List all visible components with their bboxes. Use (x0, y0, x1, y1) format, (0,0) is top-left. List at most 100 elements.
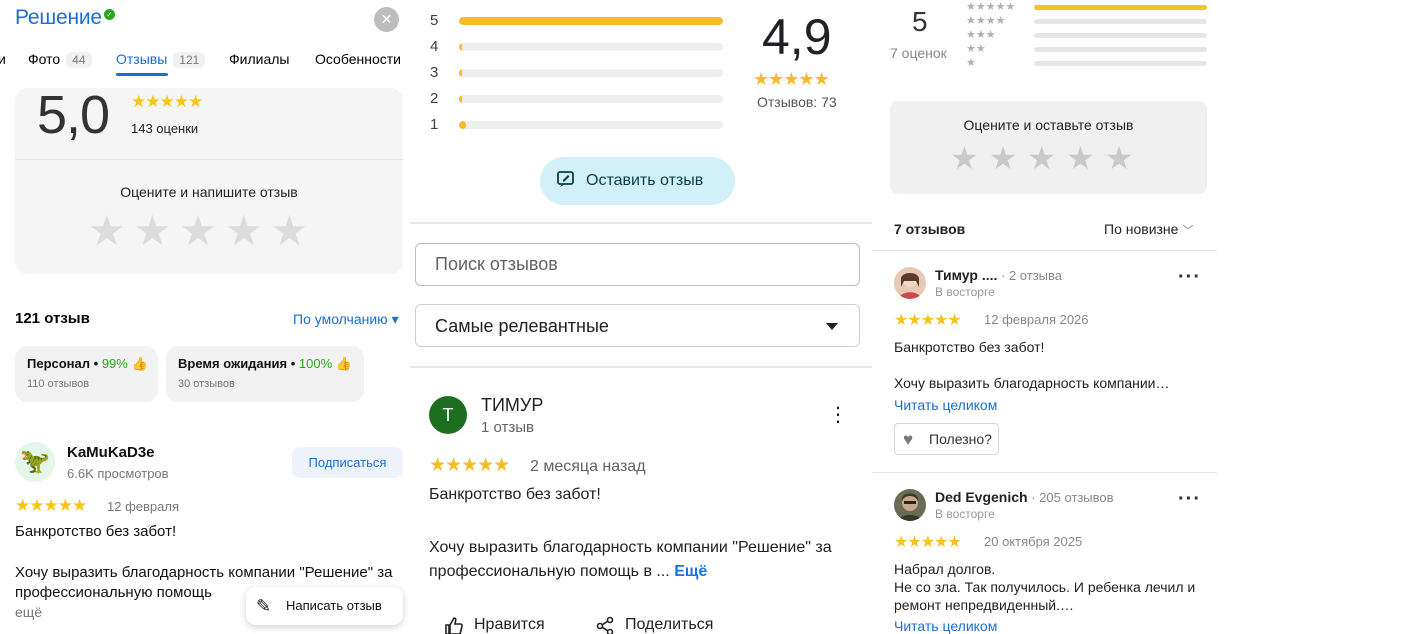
sort-dropdown[interactable]: По новизне ﹀ (1104, 221, 1193, 238)
thumbs-up-icon (445, 617, 463, 634)
dist-label: 4 (430, 38, 439, 55)
review-mood: В восторге (935, 285, 995, 299)
review-author[interactable]: ТИМУР (481, 395, 543, 416)
dist-bar-fill (1034, 5, 1207, 10)
dist-label: 2 (430, 90, 439, 107)
dist-bar (459, 43, 723, 51)
tab-photos-count: 44 (66, 52, 92, 68)
review-author-line[interactable]: Ded Evgenich · 205 отзывов (935, 489, 1114, 505)
review-title: Банкротство без забот! (894, 339, 1045, 355)
average-rating: 4,9 (762, 9, 832, 65)
read-full-link[interactable]: Читать целиком (894, 397, 997, 413)
review-body-text: Хочу выразить благодарность компании "Ре… (429, 539, 832, 580)
review-date: 2 месяца назад (530, 458, 646, 475)
dinosaur-avatar-icon[interactable]: 🦖 (15, 442, 55, 482)
read-full-link[interactable]: Читать целиком (894, 618, 997, 634)
more-horizontal-icon[interactable]: ··· (1178, 266, 1201, 289)
dist-bar (1034, 33, 1207, 38)
card-divider (15, 159, 403, 160)
review-body: Набрал долгов. Не со зла. Так получилось… (894, 560, 1195, 614)
review-body-line: Не со зла. Так получилось. И ребенка леч… (894, 579, 1196, 595)
google-reviews-panel: 5 4 3 2 1 4,9 ★★★★★ Отзывов: 73 Оставить… (410, 0, 872, 634)
caret-down-icon (826, 323, 838, 330)
review-date: 20 октября 2025 (984, 534, 1083, 549)
dist-stars: ★★ (966, 43, 986, 55)
author-avatar[interactable] (894, 267, 926, 299)
rating-stars: ★★★★★ (753, 69, 830, 89)
review-author[interactable]: KaMuKaD3e (67, 444, 155, 461)
avatar-photo-icon (894, 489, 926, 521)
dist-bar (459, 95, 723, 103)
tab-reviews-count: 121 (173, 52, 206, 68)
dist-label: 3 (430, 64, 439, 81)
dist-stars: ★★★★★ (966, 1, 1016, 13)
more-vertical-icon[interactable]: ⋮ (828, 405, 848, 425)
write-review-button[interactable]: ✎ Написать отзыв (246, 587, 403, 625)
tab-partial[interactable]: и (0, 51, 6, 67)
review-search-input[interactable] (415, 243, 860, 286)
tab-features[interactable]: Особенности (315, 51, 401, 67)
rate-stars-input[interactable]: ★★★★★ (88, 206, 316, 255)
tab-reviews[interactable]: Отзывы 121 (116, 51, 206, 68)
review-date: 12 февраля 2026 (984, 312, 1089, 327)
rate-stars-input[interactable]: ★★★★★ (950, 139, 1143, 177)
review-author: Тимур .... (935, 267, 998, 283)
dist-bar-fill (459, 17, 723, 25)
like-label: Нравится (474, 616, 545, 633)
leave-review-label: Оставить отзыв (586, 172, 704, 189)
more-horizontal-icon[interactable]: ··· (1178, 488, 1201, 511)
sort-dropdown[interactable]: По умолчанию ▾ (293, 311, 399, 328)
reviews-count: 121 отзыв (15, 310, 90, 327)
review-author-line[interactable]: Тимур .... · 2 отзыва (935, 267, 1062, 283)
author-meta: · 205 отзывов (1027, 490, 1114, 505)
close-button[interactable]: ✕ (374, 7, 399, 32)
dist-stars: ★★★★ (966, 15, 1006, 27)
review-date: 12 февраля (107, 499, 179, 514)
dist-bar (459, 69, 723, 77)
aspect-percent: 100% (298, 356, 333, 371)
useful-label: Полезно? (929, 431, 992, 447)
reviews-count: 7 отзывов (894, 221, 966, 237)
review-more-link[interactable]: ещё (15, 604, 42, 620)
review-body: Хочу выразить благодарность компании "Ре… (429, 536, 849, 584)
aspect-chip-staff[interactable]: Персонал • 99% 👍 110 отзывов (15, 346, 158, 402)
rate-prompt: Оцените и оставьте отзыв (963, 117, 1134, 133)
leave-review-button[interactable]: Оставить отзыв (540, 157, 735, 205)
author-review-count: 1 отзыв (481, 419, 535, 436)
rate-card: Оцените и оставьте отзыв ★★★★★ (890, 101, 1207, 194)
sort-select[interactable]: Самые релевантные (415, 304, 860, 347)
aspect-chip-wait[interactable]: Время ожидания • 100% 👍 30 отзывов (166, 346, 364, 402)
review-body-line: ремонт непредвиденный.… (894, 597, 1074, 613)
subscribe-button[interactable]: Подписаться (292, 447, 403, 478)
dist-bar-fill (459, 95, 462, 103)
divider (410, 222, 872, 224)
divider (872, 250, 1217, 251)
edit-review-icon (557, 171, 574, 187)
dist-bar (1034, 19, 1207, 24)
dist-stars: ★★★ (966, 29, 996, 41)
author-avatar[interactable] (894, 489, 926, 521)
dist-bar (459, 121, 723, 129)
2gis-reviews-panel: 5 7 оценок ★★★★★ ★★★★ ★★★ ★★ ★ Оцените и… (872, 0, 1407, 634)
ratings-count: 143 оценки (131, 121, 199, 136)
yandex-reviews-panel: Решение ✓ ✕ и Фото 44 Отзывы 121 Филиалы О… (0, 0, 410, 634)
review-title: Банкротство без забот! (15, 523, 177, 540)
aspect-percent: 99% (101, 356, 128, 371)
dist-bar (459, 17, 723, 25)
org-title[interactable]: Решение (15, 6, 102, 30)
tab-photos-label: Фото (28, 51, 61, 67)
tab-branches[interactable]: Филиалы (229, 51, 289, 67)
aspect-sub: 110 отзывов (27, 378, 90, 390)
review-stars: ★★★★★ (894, 534, 962, 551)
avatar-photo-icon (894, 267, 926, 299)
verified-icon: ✓ (104, 9, 115, 20)
review-stars: ★★★★★ (429, 455, 510, 476)
sort-select-value: Самые релевантные (435, 316, 609, 336)
tab-photos[interactable]: Фото 44 (28, 51, 92, 68)
share-icon (596, 616, 614, 634)
useful-button[interactable]: ♥ Полезно? (894, 423, 999, 455)
author-avatar[interactable]: Т (429, 396, 467, 434)
dist-bar (1034, 5, 1207, 10)
review-body: Хочу выразить благодарность компании… (894, 375, 1170, 391)
review-more-link[interactable]: Ещё (674, 563, 707, 580)
